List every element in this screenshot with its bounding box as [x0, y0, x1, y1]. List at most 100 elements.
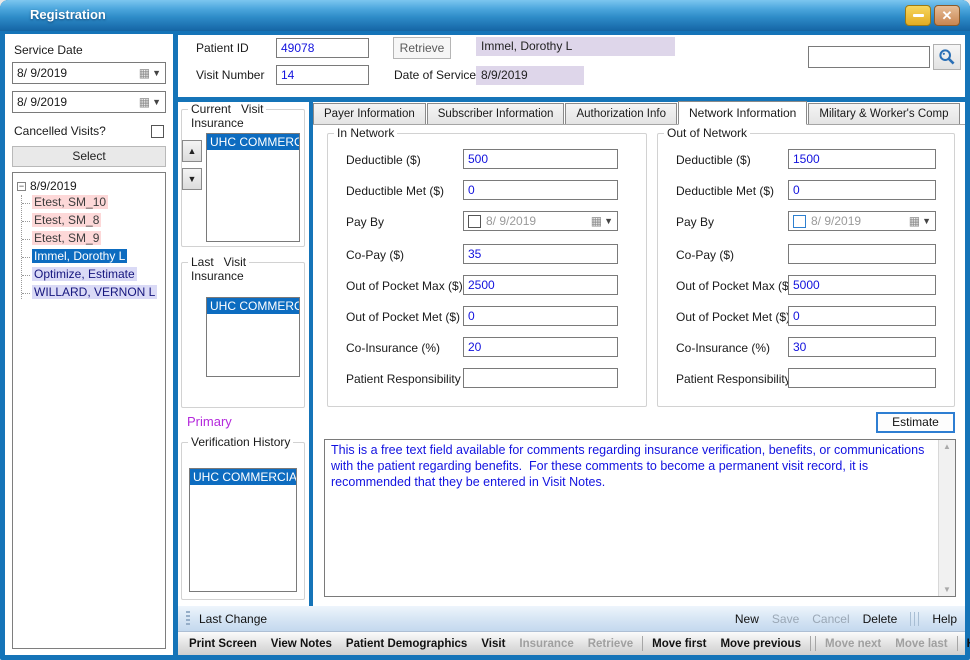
out-patient-responsibility-input[interactable]	[788, 368, 936, 388]
patient-responsibility-label: Patient Responsibility ($)	[346, 372, 479, 386]
tree-item[interactable]: Etest, SM_8	[32, 213, 161, 227]
estimate-button[interactable]: Estimate	[876, 412, 955, 433]
service-date-from-value: 8/ 9/2019	[17, 66, 139, 80]
close-icon: ✕	[942, 8, 953, 24]
tab-network-information[interactable]: Network Information	[678, 101, 807, 125]
tree-root-row[interactable]: − 8/9/2019	[17, 179, 161, 193]
status-bar: Last Change New Save Cancel Delete Help	[178, 606, 965, 632]
in-deductible-input[interactable]	[463, 149, 618, 169]
scroll-up-icon[interactable]: ▲	[943, 442, 951, 451]
retrieve-button[interactable]: Retrieve	[393, 37, 451, 59]
in-pay-by-checkbox[interactable]	[468, 215, 481, 228]
in-oop-max-input[interactable]	[463, 275, 618, 295]
help-toolbar-button[interactable]: Help	[960, 638, 970, 650]
visit-button[interactable]: Visit	[474, 638, 512, 650]
in-co-pay-input[interactable]	[463, 244, 618, 264]
close-button[interactable]: ✕	[934, 5, 960, 26]
in-deductible-met-input[interactable]	[463, 180, 618, 200]
in-patient-responsibility-input[interactable]	[463, 368, 618, 388]
verification-history-group: Verification History UHC COMMERCIAL	[181, 442, 305, 600]
in-pay-by-date: 8/ 9/2019	[486, 214, 591, 228]
move-down-button[interactable]: ▼	[182, 168, 202, 190]
move-first-button[interactable]: Move first	[645, 638, 713, 650]
list-item[interactable]: UHC COMMERCIAL	[207, 298, 299, 314]
in-network-group: In Network Deductible ($) Deductible Met…	[327, 133, 647, 407]
comments-text[interactable]: This is a free text field available for …	[325, 440, 938, 596]
retrieve-toolbar-button: Retrieve	[581, 638, 640, 650]
separator	[957, 636, 958, 651]
tree-item[interactable]: Etest, SM_9	[32, 231, 161, 245]
tree-item[interactable]: Etest, SM_10	[32, 195, 161, 209]
in-oop-met-input[interactable]	[463, 306, 618, 326]
search-input[interactable]	[808, 46, 930, 68]
help-button[interactable]: Help	[932, 612, 957, 626]
list-item[interactable]: UHC COMMERCIAL	[190, 469, 296, 485]
search-icon	[938, 48, 956, 66]
scroll-down-icon[interactable]: ▼	[943, 585, 951, 594]
separator	[810, 636, 811, 651]
date-of-service-label: Date of Service	[394, 68, 476, 82]
out-pay-by-datepicker[interactable]: 8/ 9/2019 ▦ ▼	[788, 211, 936, 231]
tab-authorization-info[interactable]: Authorization Info	[565, 103, 677, 124]
out-of-network-group: Out of Network Deductible ($) Deductible…	[657, 133, 955, 407]
in-pay-by-datepicker[interactable]: 8/ 9/2019 ▦ ▼	[463, 211, 618, 231]
patient-id-input[interactable]	[276, 38, 369, 58]
chevron-down-icon[interactable]: ▼	[922, 216, 931, 226]
oop-max-label: Out of Pocket Max ($)	[346, 279, 463, 293]
current-visit-insurance-label: Current Visit Insurance	[188, 102, 266, 130]
out-deductible-met-input[interactable]	[788, 180, 936, 200]
separator	[642, 636, 643, 651]
chevron-down-icon[interactable]: ▼	[152, 68, 161, 78]
new-button[interactable]: New	[735, 612, 759, 626]
service-date-to-value: 8/ 9/2019	[17, 95, 139, 109]
oop-met-label: Out of Pocket Met ($)	[346, 310, 460, 324]
patient-id-label: Patient ID	[196, 41, 249, 55]
service-date-from-picker[interactable]: 8/ 9/2019 ▦ ▼	[12, 62, 166, 84]
in-co-insurance-input[interactable]	[463, 337, 618, 357]
service-date-label: Service Date	[14, 43, 166, 57]
view-notes-button[interactable]: View Notes	[264, 638, 339, 650]
select-button[interactable]: Select	[12, 146, 166, 167]
in-network-label: In Network	[334, 126, 397, 140]
visit-number-input[interactable]	[276, 65, 369, 85]
tab-subscriber-information[interactable]: Subscriber Information	[427, 103, 565, 124]
out-of-network-label: Out of Network	[664, 126, 750, 140]
tree-item-selected[interactable]: Immel, Dorothy L	[32, 249, 161, 263]
delete-button[interactable]: Delete	[863, 612, 898, 626]
service-date-to-picker[interactable]: 8/ 9/2019 ▦ ▼	[12, 91, 166, 113]
move-previous-button[interactable]: Move previous	[713, 638, 808, 650]
cancelled-visits-checkbox[interactable]	[151, 125, 164, 138]
out-deductible-input[interactable]	[788, 149, 936, 169]
registration-window: Registration ✕ Service Date 8/ 9/2019 ▦ …	[0, 0, 970, 660]
co-insurance-label: Co-Insurance (%)	[676, 341, 770, 355]
comments-box: This is a free text field available for …	[324, 439, 956, 597]
tree-item[interactable]: Optimize, Estimate	[32, 267, 161, 281]
patient-demographics-button[interactable]: Patient Demographics	[339, 638, 474, 650]
chevron-down-icon[interactable]: ▼	[604, 216, 613, 226]
print-screen-button[interactable]: Print Screen	[182, 638, 264, 650]
out-oop-met-input[interactable]	[788, 306, 936, 326]
tree-collapse-icon[interactable]: −	[17, 182, 26, 191]
tree-item[interactable]: WILLARD, VERNON L	[32, 285, 161, 299]
visit-tree: − 8/9/2019 Etest, SM_10 Etest, SM_8 Etes…	[12, 172, 166, 649]
out-pay-by-checkbox[interactable]	[793, 215, 806, 228]
tab-military-workers-comp[interactable]: Military & Worker's Comp	[808, 103, 959, 124]
cancel-button: Cancel	[812, 612, 849, 626]
separator	[910, 612, 919, 626]
search-button[interactable]	[933, 44, 961, 70]
patient-header-panel: Patient ID Retrieve Immel, Dorothy L Vis…	[178, 35, 965, 97]
service-date-panel: Service Date 8/ 9/2019 ▦ ▼ 8/ 9/2019 ▦ ▼…	[5, 34, 173, 655]
tab-payer-information[interactable]: Payer Information	[313, 103, 426, 124]
move-up-button[interactable]: ▲	[182, 140, 202, 162]
minimize-button[interactable]	[905, 5, 931, 26]
chevron-down-icon[interactable]: ▼	[152, 97, 161, 107]
list-item[interactable]: UHC COMMERCIAL	[207, 134, 299, 150]
co-pay-label: Co-Pay ($)	[346, 248, 404, 262]
out-oop-max-input[interactable]	[788, 275, 936, 295]
pay-by-label: Pay By	[346, 215, 384, 229]
out-co-pay-input[interactable]	[788, 244, 936, 264]
verification-history-label: Verification History	[188, 435, 293, 449]
comments-scrollbar[interactable]: ▲ ▼	[938, 440, 955, 596]
out-co-insurance-input[interactable]	[788, 337, 936, 357]
oop-max-label: Out of Pocket Max ($)	[676, 279, 793, 293]
